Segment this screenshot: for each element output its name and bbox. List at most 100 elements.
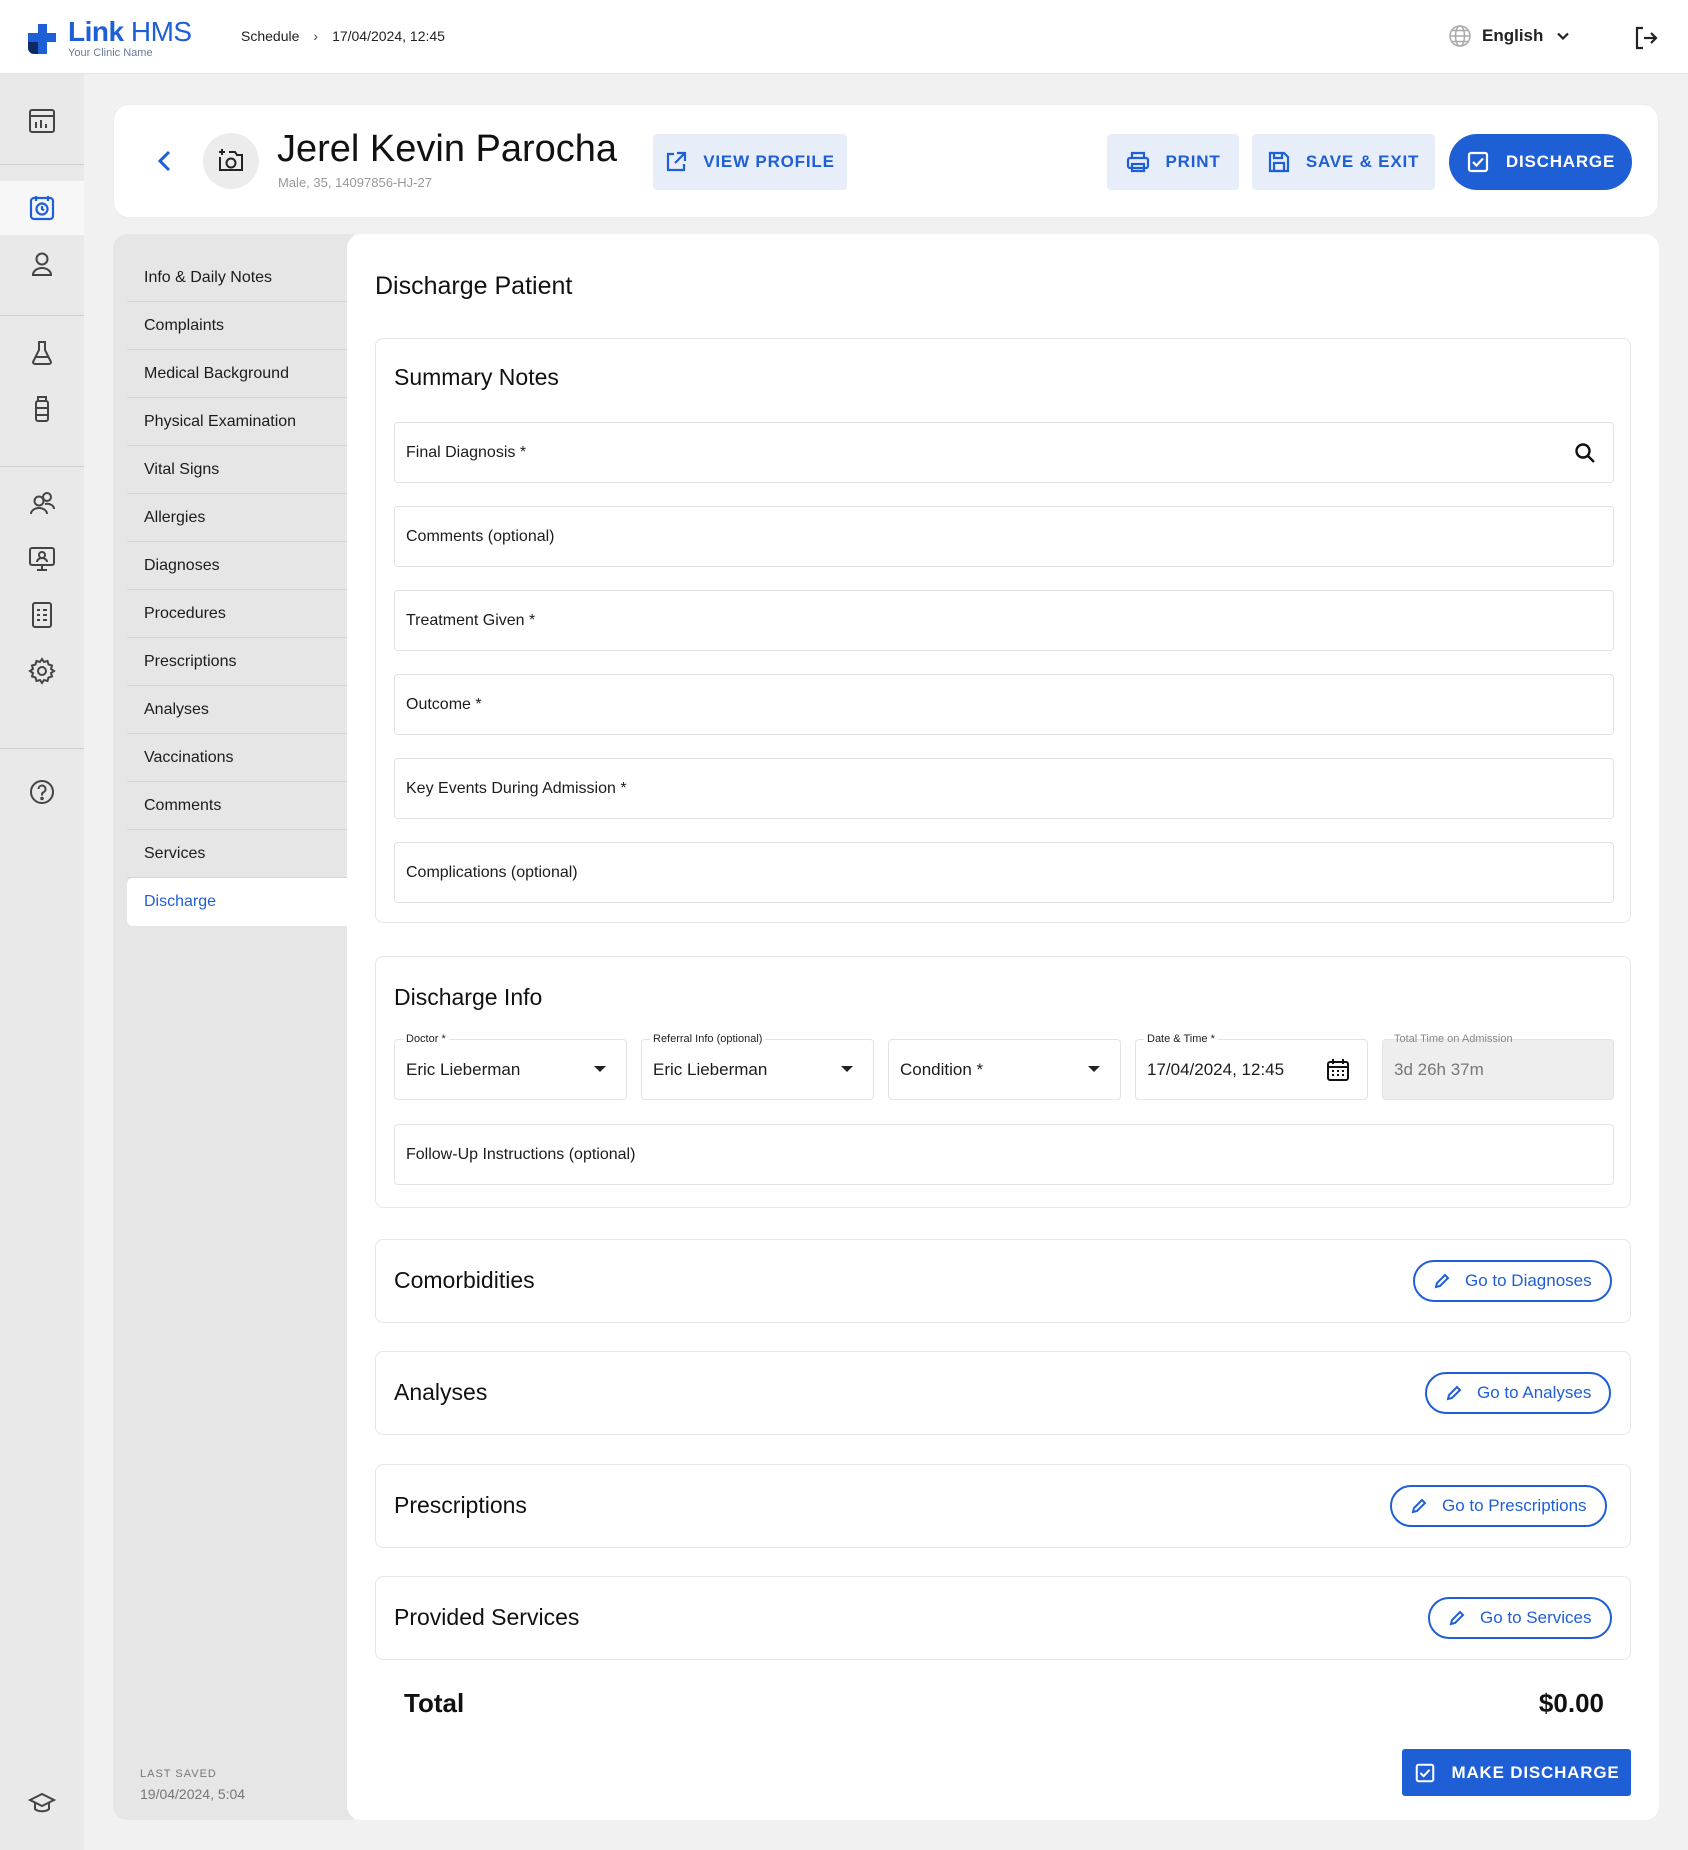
schedule-icon	[29, 196, 55, 221]
dropdown-arrow-icon	[1088, 1066, 1100, 1072]
language-label: English	[1482, 26, 1544, 45]
dropdown-arrow-icon	[594, 1066, 606, 1072]
save-exit-button[interactable]: SAVE & EXIT	[1252, 134, 1435, 190]
last-saved-label: LAST SAVED	[140, 1768, 217, 1780]
rail-reports[interactable]	[0, 588, 84, 642]
go-to-services-button[interactable]: Go to Services	[1428, 1597, 1612, 1639]
comorbidities-title: Comorbidities	[394, 1267, 535, 1293]
last-saved-value: 19/04/2024, 5:04	[140, 1786, 246, 1802]
top-bar: Link HMS Your Clinic Name Schedule › 17/…	[0, 0, 1688, 74]
app-logo[interactable]: Link HMS Your Clinic Name	[26, 18, 192, 59]
logout-icon[interactable]	[1632, 24, 1660, 52]
go-to-prescriptions-button[interactable]: Go to Prescriptions	[1390, 1485, 1607, 1527]
education-icon	[27, 1792, 57, 1813]
discharge-info-panel: Discharge Info Doctor * Eric Lieberman R…	[375, 956, 1631, 1208]
rail-lab[interactable]	[0, 326, 84, 380]
key-events-field[interactable]: Key Events During Admission *	[394, 758, 1614, 819]
print-button[interactable]: PRINT	[1107, 134, 1239, 190]
dropdown-arrow-icon	[841, 1066, 853, 1072]
rail-monitor[interactable]	[0, 532, 84, 586]
datetime-field[interactable]: Date & Time * 17/04/2024, 12:45	[1135, 1031, 1368, 1100]
nav-item-prescriptions[interactable]: Prescriptions	[127, 638, 353, 686]
treatment-given-field[interactable]: Treatment Given *	[394, 590, 1614, 651]
nav-item-diagnoses[interactable]: Diagnoses	[127, 542, 353, 590]
complications-field[interactable]: Complications (optional)	[394, 842, 1614, 903]
doctor-label: Doctor *	[403, 1031, 449, 1047]
rail-schedule[interactable]	[0, 181, 84, 235]
patient-meta: Male, 35, 14097856-HJ-27	[278, 175, 432, 190]
add-photo-button[interactable]	[203, 133, 259, 189]
search-icon[interactable]	[1573, 441, 1597, 465]
prescriptions-panel: Prescriptions Go to Prescriptions	[375, 1464, 1631, 1548]
calendar-icon[interactable]	[1325, 1057, 1351, 1083]
patient-name: Jerel Kevin Parocha	[277, 128, 618, 170]
summary-notes-panel: Summary Notes Final Diagnosis * Comments…	[375, 338, 1631, 923]
page-title: Discharge Patient	[375, 272, 573, 300]
language-selector[interactable]: English	[1448, 24, 1573, 48]
condition-select[interactable]: Condition *	[888, 1039, 1121, 1100]
prescriptions-title: Prescriptions	[394, 1492, 527, 1518]
app-name: Link HMS	[68, 16, 192, 47]
nav-item-info-daily-notes[interactable]: Info & Daily Notes	[127, 254, 353, 302]
outcome-field[interactable]: Outcome *	[394, 674, 1614, 735]
nav-item-vaccinations[interactable]: Vaccinations	[127, 734, 353, 782]
discharge-button[interactable]: DISCHARGE	[1449, 134, 1632, 190]
make-discharge-button[interactable]: MAKE DISCHARGE	[1402, 1749, 1631, 1796]
doctor-select[interactable]: Doctor * Eric Lieberman	[394, 1031, 627, 1100]
external-link-icon	[667, 151, 687, 172]
section-nav: Info & Daily Notes Complaints Medical Ba…	[113, 234, 353, 1820]
final-diagnosis-field[interactable]: Final Diagnosis *	[394, 422, 1614, 483]
patient-icon	[31, 252, 53, 276]
nav-item-services[interactable]: Services	[127, 830, 353, 878]
discharge-form: Discharge Patient Summary Notes Final Di…	[347, 234, 1659, 1820]
comments-field[interactable]: Comments (optional)	[394, 506, 1614, 567]
rail-patients[interactable]	[0, 237, 84, 291]
dashboard-icon	[29, 109, 55, 133]
condition-placeholder: Condition *	[900, 1059, 984, 1079]
nav-item-comments[interactable]: Comments	[127, 782, 353, 830]
rail-medicine[interactable]	[0, 382, 84, 436]
summary-notes-title: Summary Notes	[394, 364, 559, 390]
discharge-info-title: Discharge Info	[394, 984, 543, 1010]
save-icon	[1268, 151, 1289, 173]
globe-icon	[1449, 25, 1471, 47]
settings-icon	[28, 657, 56, 685]
chevron-down-icon	[1557, 32, 1570, 41]
provided-services-title: Provided Services	[394, 1604, 580, 1630]
provided-services-panel: Provided Services Go to Services	[375, 1576, 1631, 1660]
rail-staff[interactable]	[0, 476, 84, 530]
nav-item-analyses[interactable]: Analyses	[127, 686, 353, 734]
checklist-icon	[1467, 151, 1488, 173]
nav-item-discharge[interactable]: Discharge	[127, 878, 353, 926]
nav-item-physical-examination[interactable]: Physical Examination	[127, 398, 353, 446]
total-value: $0.00	[1538, 1688, 1604, 1718]
datetime-label: Date & Time *	[1144, 1031, 1218, 1047]
view-profile-button[interactable]: VIEW PROFILE	[653, 134, 847, 190]
follow-up-field[interactable]: Follow-Up Instructions (optional)	[394, 1124, 1614, 1185]
clinic-name: Your Clinic Name	[68, 47, 153, 59]
checklist-icon	[1415, 1763, 1434, 1782]
go-to-diagnoses-button[interactable]: Go to Diagnoses	[1413, 1260, 1612, 1302]
nav-item-allergies[interactable]: Allergies	[127, 494, 353, 542]
monitor-icon	[29, 547, 55, 571]
back-button[interactable]	[150, 143, 180, 179]
referral-select[interactable]: Referral Info (optional) Eric Lieberman	[641, 1031, 874, 1100]
help-icon	[30, 780, 54, 804]
total-time-value: 3d 26h 37m	[1394, 1059, 1484, 1079]
referral-label: Referral Info (optional)	[650, 1031, 766, 1047]
breadcrumb-schedule[interactable]: Schedule	[241, 28, 299, 44]
datetime-value: 17/04/2024, 12:45	[1147, 1059, 1285, 1079]
rail-settings[interactable]	[0, 644, 84, 698]
pencil-icon	[1434, 1273, 1450, 1289]
report-icon	[32, 602, 52, 628]
logo-cross-icon	[28, 24, 56, 54]
nav-item-vital-signs[interactable]: Vital Signs	[127, 446, 353, 494]
nav-item-complaints[interactable]: Complaints	[127, 302, 353, 350]
rail-help[interactable]	[0, 765, 84, 819]
rail-dashboard[interactable]	[0, 94, 84, 148]
go-to-analyses-button[interactable]: Go to Analyses	[1425, 1372, 1612, 1414]
nav-item-procedures[interactable]: Procedures	[127, 590, 353, 638]
nav-item-medical-background[interactable]: Medical Background	[127, 350, 353, 398]
rail-education[interactable]	[0, 1776, 84, 1830]
pencil-icon	[1449, 1610, 1465, 1626]
